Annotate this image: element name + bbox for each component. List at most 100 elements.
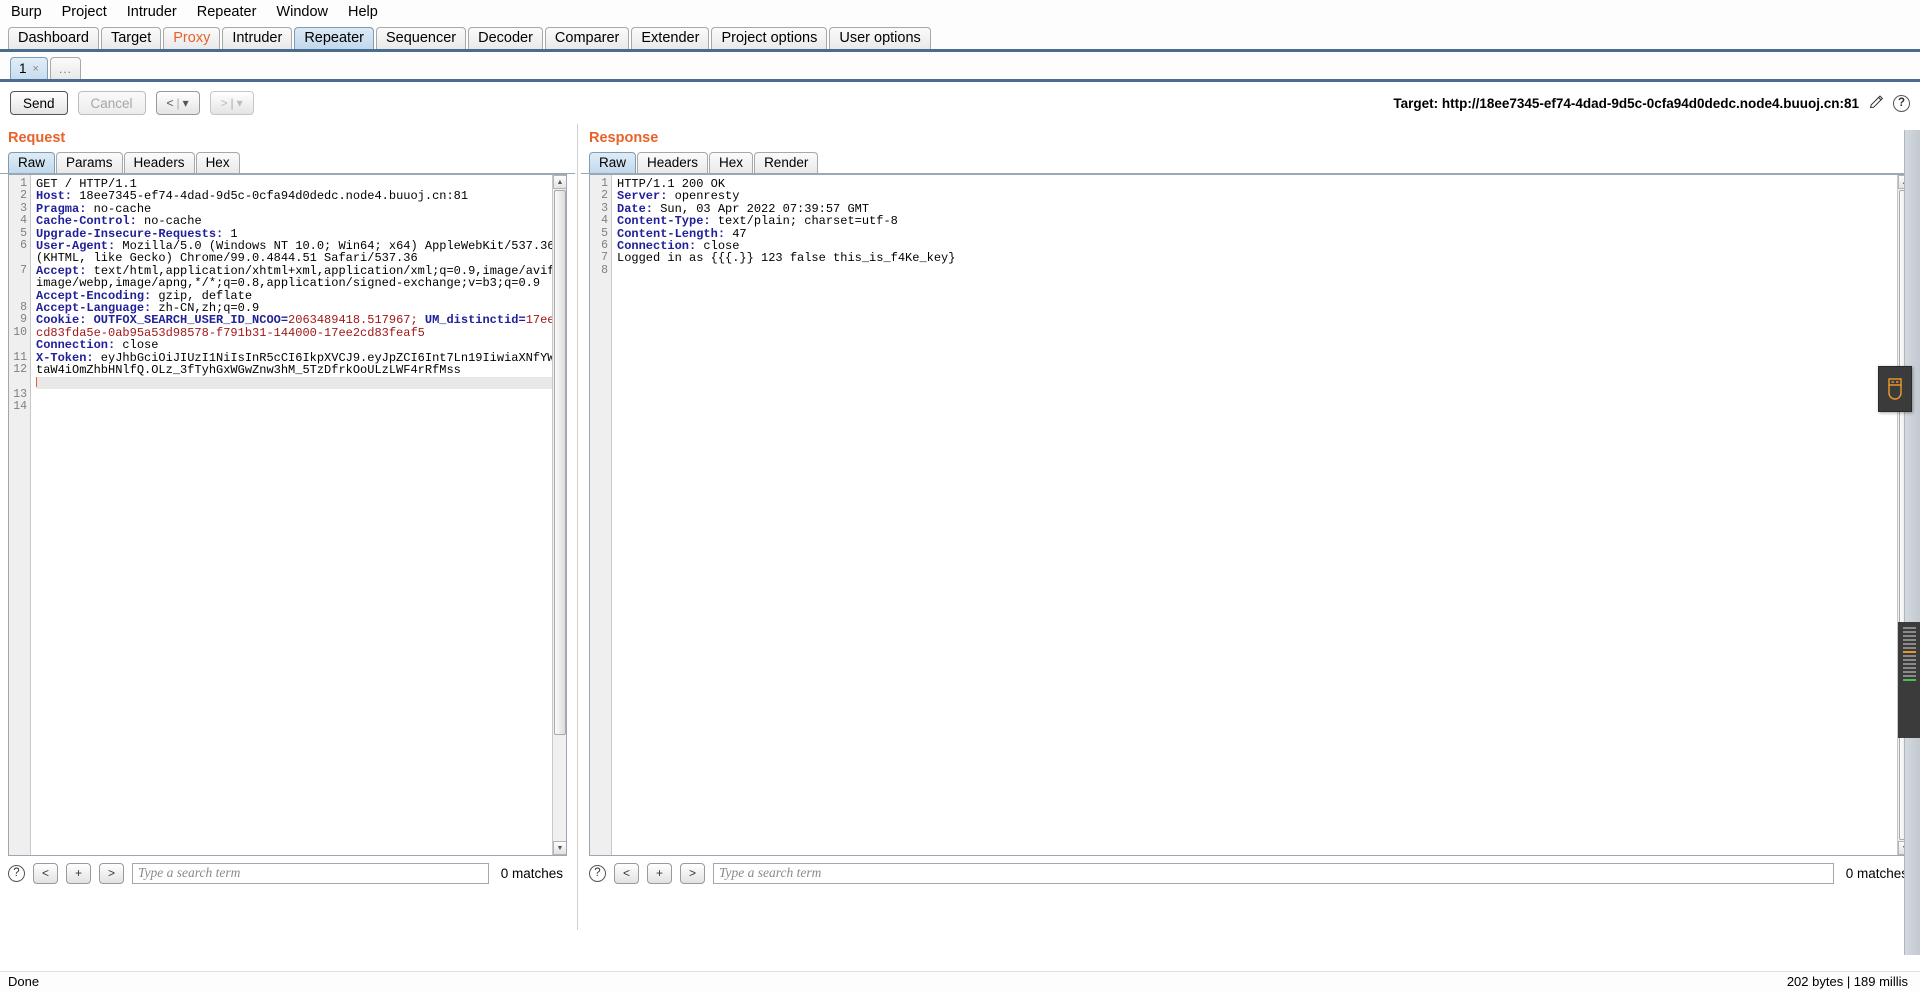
search-matches-count: 0 matches xyxy=(500,865,563,881)
help-icon[interactable]: ? xyxy=(1893,94,1910,112)
scroll-up-icon[interactable]: ▲ xyxy=(553,175,566,189)
line-number: 14 xyxy=(13,400,27,414)
main-tab-proxy[interactable]: Proxy xyxy=(163,27,221,49)
search-input[interactable] xyxy=(713,862,1834,884)
search-prev-button[interactable]: < xyxy=(33,862,58,884)
repeater-new-tab-button[interactable]: ... xyxy=(49,57,81,79)
target-info: Target: http://18ee7345-ef74-4dad-9d5c-0… xyxy=(1393,94,1910,113)
scroll-down-icon[interactable]: ▼ xyxy=(553,841,566,855)
scroll-thumb[interactable] xyxy=(554,190,566,735)
code-line: Logged in as {{{.}} 123 false this_is_f4… xyxy=(617,251,956,266)
repeater-tab-1[interactable]: 1 × xyxy=(10,57,48,79)
usb-icon xyxy=(1888,378,1902,400)
main-tab-user-options[interactable]: User options xyxy=(829,27,931,49)
line-number: 2 xyxy=(601,189,608,203)
request-response-split: Request Raw Params Headers Hex 123456 7 891… xyxy=(0,124,1920,930)
pencil-svg xyxy=(1869,94,1884,108)
menu-item-repeater[interactable]: Repeater xyxy=(194,3,260,21)
eq-bar-green xyxy=(1902,679,1916,681)
response-tab-headers[interactable]: Headers xyxy=(637,152,709,173)
code-line: Accept: text/html,application/xhtml+xml,… xyxy=(36,263,562,291)
eq-bar xyxy=(1902,667,1916,669)
code-line: User-Agent: Mozilla/5.0 (Windows NT 10.0… xyxy=(36,239,555,266)
separator: | xyxy=(176,96,180,110)
main-tab-dashboard[interactable]: Dashboard xyxy=(8,27,99,49)
menu-bar: Burp Project Intruder Repeater Window He… xyxy=(0,0,1920,24)
request-title: Request xyxy=(8,130,66,146)
code-line: Host: 18ee7345-ef74-4dad-9d5c-0cfa94d0de… xyxy=(36,189,469,204)
response-tab-bar: Raw Headers Hex Render xyxy=(581,150,1920,174)
response-line-numbers: 12345678 xyxy=(590,175,612,855)
request-raw-text[interactable]: GET / HTTP/1.1 Host: 18ee7345-ef74-4dad-9… xyxy=(31,175,566,855)
main-tab-sequencer[interactable]: Sequencer xyxy=(375,27,467,49)
request-editor[interactable]: 123456 7 8 9 10 11 12 13 14 GET / HTTP/1.1 Ho… xyxy=(8,174,567,856)
search-add-button[interactable]: + xyxy=(647,862,672,884)
pencil-icon[interactable] xyxy=(1868,94,1884,113)
response-tab-hex[interactable]: Hex xyxy=(709,152,754,173)
line-number-cont xyxy=(9,277,27,289)
main-tab-decoder[interactable]: Decoder xyxy=(468,27,543,49)
eq-bar xyxy=(1902,635,1916,637)
eq-bar xyxy=(1902,675,1916,677)
send-button[interactable]: Send xyxy=(10,91,68,115)
request-tab-headers[interactable]: Headers xyxy=(123,152,195,173)
code-line: X-Token: eyJhbGciOiJIUzI1NiIsInR5cCI6Ikp… xyxy=(36,350,562,378)
search-input[interactable] xyxy=(132,862,489,884)
main-tab-repeater[interactable]: Repeater xyxy=(294,27,374,49)
response-raw-text[interactable]: HTTP/1.1 200 OK Server: openresty Date: Su… xyxy=(612,175,1911,855)
help-icon[interactable]: ? xyxy=(589,864,606,882)
line-number: 12 xyxy=(13,363,27,377)
eq-bar-orange xyxy=(1902,651,1916,653)
request-tab-hex[interactable]: Hex xyxy=(195,152,240,173)
chevron-down-icon[interactable]: ▾ xyxy=(183,96,189,110)
code-line: HTTP/1.1 200 OK xyxy=(617,177,726,191)
repeater-tab-1-label: 1 xyxy=(19,60,27,76)
main-tab-target[interactable]: Target xyxy=(100,27,162,49)
search-next-button[interactable]: > xyxy=(99,862,124,884)
menu-item-intruder[interactable]: Intruder xyxy=(124,3,180,21)
response-tab-raw[interactable]: Raw xyxy=(589,152,637,173)
menu-item-window[interactable]: Window xyxy=(273,3,331,21)
search-prev-button[interactable]: < xyxy=(614,862,639,884)
main-tab-intruder[interactable]: Intruder xyxy=(222,27,293,49)
response-tab-render[interactable]: Render xyxy=(754,152,819,173)
cancel-button: Cancel xyxy=(77,91,146,115)
request-search-bar: ? < + > 0 matches xyxy=(0,856,575,890)
repeater-tab-bar: 1 × ... xyxy=(0,52,1920,82)
request-tab-params[interactable]: Params xyxy=(56,152,123,173)
menu-item-burp[interactable]: Burp xyxy=(8,3,45,21)
eq-bar xyxy=(1902,627,1916,629)
menu-item-help[interactable]: Help xyxy=(345,3,381,21)
code-line: Content-Type: text/plain; charset=utf-8 xyxy=(617,214,898,229)
status-bar: Done 202 bytes | 189 millis xyxy=(0,971,1920,991)
response-pane: Response Raw Headers Hex Render 12345678 HT… xyxy=(581,124,1920,930)
menu-item-project[interactable]: Project xyxy=(59,3,110,21)
back-button[interactable]: < | ▾ xyxy=(155,91,200,115)
separator: | xyxy=(230,96,234,110)
equalizer-panel[interactable] xyxy=(1898,622,1920,738)
main-tab-bar: Dashboard Target Proxy Intruder Repeater Sequ… xyxy=(0,24,1920,52)
search-next-button[interactable]: > xyxy=(680,862,705,884)
search-add-button[interactable]: + xyxy=(66,862,91,884)
code-line: Cookie: OUTFOX_SEARCH_USER_ID_NCOO=20634… xyxy=(36,313,562,340)
request-tab-raw[interactable]: Raw xyxy=(8,152,56,173)
request-vertical-scrollbar[interactable]: ▲ ▼ xyxy=(552,175,566,855)
response-title: Response xyxy=(589,130,659,146)
forward-button: > | ▾ xyxy=(209,91,254,115)
help-icon[interactable]: ? xyxy=(8,864,25,882)
line-number: 7 xyxy=(601,251,608,265)
main-tab-project-options[interactable]: Project options xyxy=(711,27,828,49)
usb-device-panel[interactable] xyxy=(1878,366,1912,412)
response-editor[interactable]: 12345678 HTTP/1.1 200 OK Server: openrest… xyxy=(589,174,1912,856)
close-icon[interactable]: × xyxy=(33,59,39,79)
main-tab-comparer[interactable]: Comparer xyxy=(544,27,630,49)
line-number: 4 xyxy=(20,214,27,228)
target-url-label: Target: http://18ee7345-ef74-4dad-9d5c-0… xyxy=(1393,95,1859,111)
eq-bar xyxy=(1902,655,1916,657)
eq-bar xyxy=(1902,647,1916,649)
main-tab-extender[interactable]: Extender xyxy=(631,27,710,49)
request-tab-bar: Raw Params Headers Hex xyxy=(0,150,575,174)
repeater-toolbar: Send Cancel < | ▾ > | ▾ Target: http://1… xyxy=(0,82,1920,124)
status-left-text: Done xyxy=(8,974,40,989)
eq-bar xyxy=(1902,663,1916,665)
